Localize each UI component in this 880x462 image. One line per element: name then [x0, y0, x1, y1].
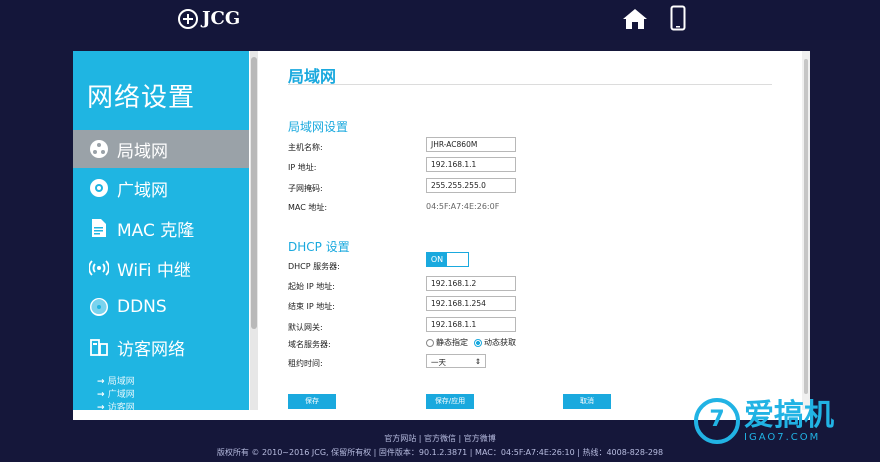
sub-link[interactable]: 访客网	[97, 402, 135, 410]
dns-static-label: 静态指定	[436, 338, 468, 347]
dhcp-section-title: DHCP 设置	[288, 240, 350, 254]
sidebar-item-label: WiFi 中继	[117, 260, 191, 281]
sub-link[interactable]: 局域网	[97, 376, 135, 389]
gateway-field[interactable]: 192.168.1.1	[426, 317, 516, 332]
dns-mode-radios: 静态指定 动态获取	[426, 337, 516, 348]
end-ip-field[interactable]: 192.168.1.254	[426, 296, 516, 311]
sidebar-item-label: 访客网络	[117, 339, 185, 360]
hostname-field[interactable]: JHR-AC860M	[426, 137, 516, 152]
ip-address-field[interactable]: 192.168.1.1	[426, 157, 516, 172]
sidebar: 网络设置 局域网 广域网 MAC 克隆 WiFi 中继 DDNS 访客网络 局域…	[73, 51, 249, 410]
sub-link[interactable]: 广域网	[97, 389, 135, 402]
radio-checked[interactable]	[474, 338, 482, 347]
watermark-site: IGAO7.COM	[744, 431, 821, 443]
start-ip-label: 起始 IP 地址:	[288, 282, 335, 291]
watermark-brand: 爱搞机	[744, 397, 834, 433]
document-icon	[92, 219, 106, 237]
sidebar-item-lan[interactable]: 局域网	[73, 130, 249, 168]
lease-time-select[interactable]: 一天 ⇕	[426, 354, 486, 368]
select-arrows-icon: ⇕	[474, 357, 481, 366]
dns-auto-label: 动态获取	[484, 338, 516, 347]
save-apply-button[interactable]: 保存/应用	[426, 394, 474, 409]
sidebar-item-wifi-repeater[interactable]: WiFi 中继	[73, 249, 249, 287]
mac-address-value: 04:5F:A7:4E:26:0F	[426, 202, 500, 211]
lease-time-label: 租约时间:	[288, 359, 323, 368]
dhcp-server-toggle[interactable]: ON	[426, 252, 469, 267]
dhcp-server-label: DHCP 服务器:	[288, 262, 340, 271]
end-ip-label: 结束 IP 地址:	[288, 302, 335, 311]
radio-unchecked[interactable]	[426, 338, 434, 347]
ddns-icon	[90, 298, 108, 316]
watermark-mark: 7	[694, 398, 740, 444]
dns-static-option[interactable]: 静态指定	[426, 337, 468, 348]
ip-address-label: IP 地址:	[288, 163, 317, 172]
sidebar-item-label: 局域网	[117, 141, 168, 162]
lease-time-value: 一天	[431, 358, 446, 367]
sidebar-item-guest-network[interactable]: 访客网络	[73, 328, 249, 366]
footer-info: 版权所有 © 2010~2016 JCG, 保留所有权 | 固件版本：90.1.…	[216, 448, 664, 457]
sidebar-item-wan[interactable]: 广域网	[73, 169, 249, 207]
sidebar-item-label: 广域网	[117, 180, 168, 201]
dns-auto-option[interactable]: 动态获取	[474, 337, 516, 348]
mac-address-label: MAC 地址:	[288, 203, 328, 212]
sidebar-item-label: MAC 克隆	[117, 220, 195, 241]
wan-icon	[90, 179, 108, 197]
top-bar: JCG	[0, 0, 880, 40]
sidebar-scrollbar[interactable]	[250, 51, 258, 410]
home-icon[interactable]	[622, 7, 648, 31]
content-panel: 局域网 局域网设置 主机名称: JHR-AC860M IP 地址: 192.16…	[258, 51, 802, 410]
gateway-label: 默认网关:	[288, 323, 323, 332]
watermark-logo: 7 爱搞机 IGAO7.COM	[694, 398, 834, 444]
sidebar-item-ddns[interactable]: DDNS	[73, 288, 249, 326]
sidebar-scroll-thumb[interactable]	[251, 57, 257, 329]
lan-icon	[90, 140, 108, 158]
sidebar-item-mac-clone[interactable]: MAC 克隆	[73, 209, 249, 247]
toggle-on-label: ON	[427, 253, 447, 266]
lan-section-title: 局域网设置	[288, 120, 349, 134]
brand-name: JCG	[202, 8, 241, 29]
title-divider	[288, 84, 772, 85]
sidebar-title: 网络设置	[87, 83, 196, 113]
content-scrollbar[interactable]	[802, 51, 810, 410]
start-ip-field[interactable]: 192.168.1.2	[426, 276, 516, 291]
save-button[interactable]: 保存	[288, 394, 336, 409]
jcg-logo[interactable]: JCG	[178, 8, 240, 29]
subnet-mask-label: 子网掩码:	[288, 184, 323, 193]
hostname-label: 主机名称:	[288, 143, 323, 152]
sidebar-sub-links: 局域网 广域网 访客网	[97, 376, 135, 410]
content-scroll-thumb[interactable]	[804, 59, 808, 394]
sidebar-item-label: DDNS	[117, 297, 167, 317]
wifi-icon	[89, 260, 109, 276]
cancel-button[interactable]: 取消	[563, 394, 611, 409]
dns-server-label: 域名服务器:	[288, 340, 331, 349]
jcg-logo-icon	[178, 8, 198, 29]
phone-icon[interactable]	[670, 5, 686, 31]
guest-icon	[90, 339, 108, 356]
subnet-mask-field[interactable]: 255.255.255.0	[426, 178, 516, 193]
